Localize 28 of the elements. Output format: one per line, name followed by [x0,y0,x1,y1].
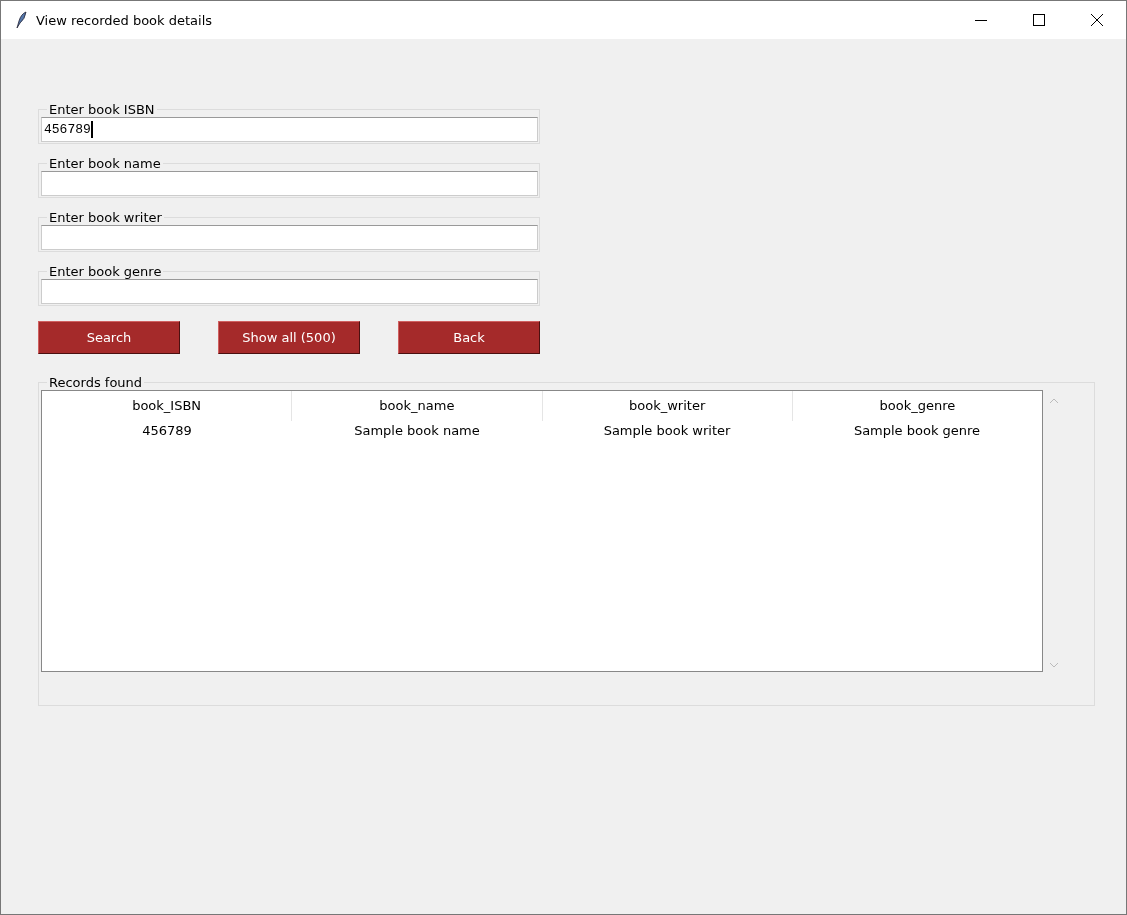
table-cell-text: Sample book writer [602,422,732,440]
action-button[interactable]: Back [398,321,540,354]
column-header[interactable]: book_name [292,391,543,421]
action-button[interactable]: Show all (500) [218,321,360,354]
field-label: Enter book writer [48,210,163,225]
field-label: Enter book genre [48,264,163,279]
text-field[interactable] [41,279,538,304]
text-field[interactable] [41,171,538,196]
column-header[interactable]: book_writer [542,391,793,421]
close-icon [1091,14,1103,26]
table-cell-text: 456789 [141,422,193,440]
maximize-icon [1033,14,1045,26]
window-title: View recorded book details [36,12,213,28]
field-value: 456789 [44,122,91,137]
field-label: Enter book ISBN [48,102,156,117]
action-button[interactable]: Search [38,321,180,354]
table-cell-text: Sample book name [353,422,481,440]
scroll-up-icon[interactable] [1049,398,1059,404]
panel-label: Records found [48,375,144,390]
column-header[interactable]: book_ISBN [42,391,293,421]
field-label: Enter book name [48,156,162,171]
feather-icon [15,11,27,29]
text-field[interactable]: 456789 [41,117,538,142]
scroll-down-icon[interactable] [1049,662,1059,668]
table-cell-text: Sample book genre [852,422,982,440]
text-field[interactable] [41,225,538,250]
column-header[interactable]: book_genre [792,391,1042,421]
text-cursor [90,121,93,138]
